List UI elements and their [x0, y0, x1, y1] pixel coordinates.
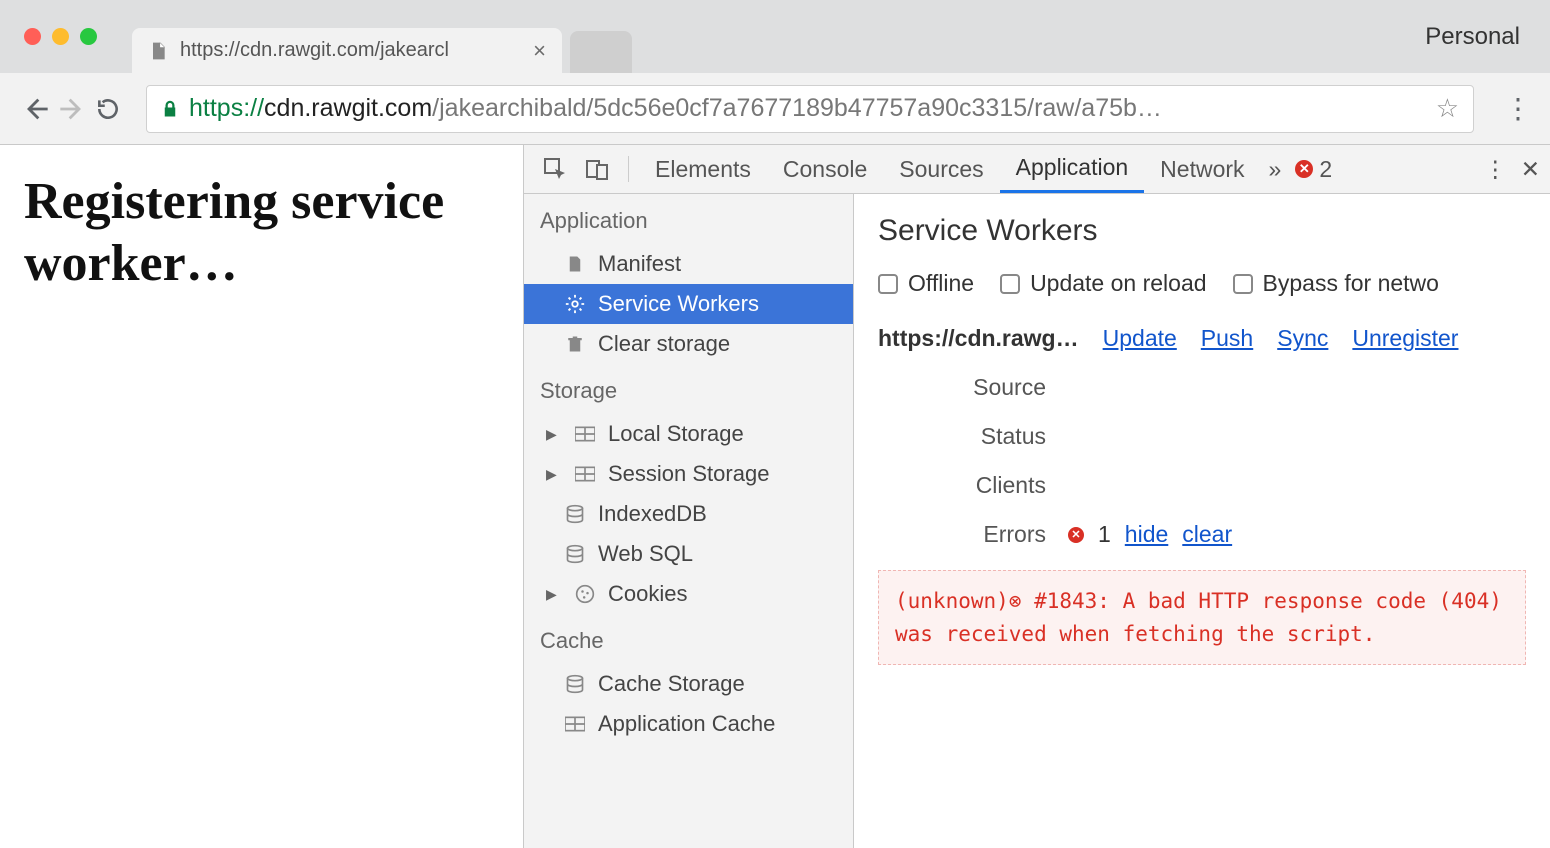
tab-console[interactable]: Console: [767, 145, 883, 193]
sw-error-count: 1: [1098, 521, 1111, 548]
error-message: (unknown)⊗ #1843: A bad HTTP response co…: [878, 570, 1526, 665]
inspect-element-icon[interactable]: [538, 152, 572, 186]
sidebar-item-service-workers[interactable]: Service Workers: [524, 284, 853, 324]
browser-tab[interactable]: https://cdn.rawgit.com/jakearcl ×: [132, 28, 562, 73]
device-toolbar-icon[interactable]: [580, 152, 614, 186]
sw-push-link[interactable]: Push: [1201, 325, 1253, 352]
forward-button[interactable]: [54, 91, 90, 127]
page-content: Registering service worker…: [0, 145, 523, 848]
expand-icon[interactable]: ▶: [546, 426, 558, 443]
label-clients: Clients: [936, 472, 1046, 499]
tab-title: https://cdn.rawgit.com/jakearcl: [180, 39, 449, 62]
page-heading: Registering service worker…: [24, 171, 499, 296]
url-scheme: https://: [189, 94, 264, 123]
url-host: cdn.rawgit.com: [264, 94, 432, 123]
new-tab-button[interactable]: [570, 31, 632, 73]
application-sidebar: Application Manifest Service Workers Cle…: [524, 194, 854, 848]
document-icon: [564, 253, 586, 275]
sidebar-item-session-storage[interactable]: ▶ Session Storage: [524, 454, 853, 494]
sidebar-item-clear-storage[interactable]: Clear storage: [524, 324, 853, 364]
reload-button[interactable]: [90, 91, 126, 127]
more-tabs-icon[interactable]: »: [1269, 156, 1282, 183]
address-bar[interactable]: https://cdn.rawgit.com/jakearchibald/5dc…: [146, 85, 1474, 133]
error-icon: ✕: [1068, 527, 1084, 543]
hide-errors-link[interactable]: hide: [1125, 521, 1168, 548]
update-on-reload-checkbox[interactable]: Update on reload: [1000, 270, 1206, 297]
sw-update-link[interactable]: Update: [1103, 325, 1177, 352]
sidebar-section-cache: Cache: [524, 614, 853, 664]
devtools-menu-icon[interactable]: ⋮: [1484, 156, 1507, 183]
trash-icon: [564, 333, 586, 355]
maximize-window-icon[interactable]: [80, 28, 97, 45]
browser-menu-icon[interactable]: ⋮: [1504, 92, 1532, 125]
sidebar-item-cookies[interactable]: ▶ Cookies: [524, 574, 853, 614]
database-icon: [564, 503, 586, 525]
grid-icon: [564, 713, 586, 735]
label-status: Status: [936, 423, 1046, 450]
cookie-icon: [574, 583, 596, 605]
sidebar-item-manifest[interactable]: Manifest: [524, 244, 853, 284]
minimize-window-icon[interactable]: [52, 28, 69, 45]
bypass-network-checkbox[interactable]: Bypass for netwo: [1233, 270, 1439, 297]
error-icon: ✕: [1295, 160, 1313, 178]
expand-icon[interactable]: ▶: [546, 466, 558, 483]
sidebar-item-application-cache[interactable]: Application Cache: [524, 704, 853, 744]
devtools: Elements Console Sources Application Net…: [523, 145, 1550, 848]
sidebar-item-cache-storage[interactable]: Cache Storage: [524, 664, 853, 704]
database-icon: [564, 543, 586, 565]
tab-application[interactable]: Application: [1000, 145, 1145, 193]
label-source: Source: [936, 374, 1046, 401]
tab-sources[interactable]: Sources: [883, 145, 999, 193]
profile-label[interactable]: Personal: [1425, 23, 1520, 51]
service-workers-panel: Service Workers Offline Update on reload…: [854, 194, 1550, 848]
url-path: /jakearchibald/5dc56e0cf7a7677189b47757a…: [432, 94, 1162, 123]
error-count: 2: [1319, 156, 1332, 183]
grid-icon: [574, 423, 596, 445]
page-icon: [148, 39, 168, 63]
lock-icon: [161, 98, 179, 120]
sw-origin: https://cdn.rawg…: [878, 325, 1079, 352]
bookmark-icon[interactable]: ☆: [1436, 93, 1459, 124]
database-icon: [564, 673, 586, 695]
sw-unregister-link[interactable]: Unregister: [1352, 325, 1458, 352]
grid-icon: [574, 463, 596, 485]
tab-elements[interactable]: Elements: [639, 145, 767, 193]
sw-sync-link[interactable]: Sync: [1277, 325, 1328, 352]
gear-icon: [564, 293, 586, 315]
tab-network[interactable]: Network: [1144, 145, 1260, 193]
close-devtools-icon[interactable]: ✕: [1521, 156, 1540, 183]
sidebar-section-storage: Storage: [524, 364, 853, 414]
clear-errors-link[interactable]: clear: [1182, 521, 1232, 548]
traffic-lights: [0, 28, 97, 45]
label-errors: Errors: [936, 521, 1046, 548]
sidebar-section-application: Application: [524, 194, 853, 244]
offline-checkbox[interactable]: Offline: [878, 270, 974, 297]
divider: [628, 156, 629, 182]
close-window-icon[interactable]: [24, 28, 41, 45]
back-button[interactable]: [18, 91, 54, 127]
sidebar-item-local-storage[interactable]: ▶ Local Storage: [524, 414, 853, 454]
expand-icon[interactable]: ▶: [546, 586, 558, 603]
panel-title: Service Workers: [878, 214, 1526, 248]
close-tab-icon[interactable]: ×: [533, 38, 546, 64]
sidebar-item-indexeddb[interactable]: IndexedDB: [524, 494, 853, 534]
sidebar-item-web-sql[interactable]: Web SQL: [524, 534, 853, 574]
error-badge[interactable]: ✕ 2: [1295, 156, 1332, 183]
